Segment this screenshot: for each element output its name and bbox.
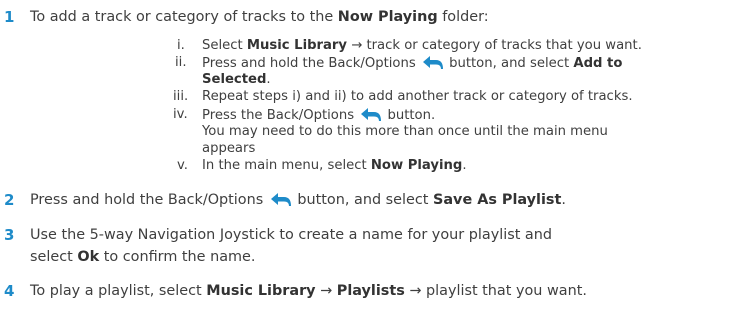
bold-term: Music Library (206, 283, 316, 299)
substep-text: Repeat steps i) and ii) to add another t… (202, 89, 633, 104)
back-arrow-icon (422, 55, 443, 74)
substep-note: You may need to do this more than once u… (202, 124, 608, 139)
bold-term: Now Playing (370, 158, 463, 173)
back-arrow-icon (270, 192, 291, 211)
substep-note: appears (202, 141, 256, 156)
bold-term: Add to (573, 56, 623, 71)
bold-term: Playlists (336, 283, 405, 299)
step-text-cont: select Ok to confirm the name. (30, 249, 256, 265)
substep-text-cont: Selected. (202, 72, 271, 87)
substep-label: iv. (173, 107, 188, 122)
substep-label: i. (177, 38, 185, 53)
bold-term: Now Playing (337, 9, 438, 25)
substep-label: v. (177, 158, 188, 173)
step-number: 3 (4, 226, 15, 244)
substep-label: iii. (173, 89, 189, 104)
bold-term: Music Library (246, 38, 348, 53)
step-text: Use the 5-way Navigation Joystick to cre… (30, 227, 552, 243)
step-text: To play a playlist, select Music Library… (30, 283, 587, 299)
substep-label: ii. (175, 55, 187, 70)
bold-term: Save As Playlist (432, 192, 562, 208)
step-number: 2 (4, 191, 15, 209)
substep-text: In the main menu, select Now Playing. (202, 158, 467, 173)
bold-term: Ok (77, 249, 100, 265)
step-number: 4 (4, 282, 15, 300)
step-text: Press and hold the Back/Options button, … (30, 191, 566, 211)
step-text: To add a track or category of tracks to … (30, 9, 489, 25)
bold-term: Selected (202, 72, 267, 87)
step-number: 1 (4, 8, 15, 26)
substep-text: Select Music Library → track or category… (202, 38, 642, 53)
